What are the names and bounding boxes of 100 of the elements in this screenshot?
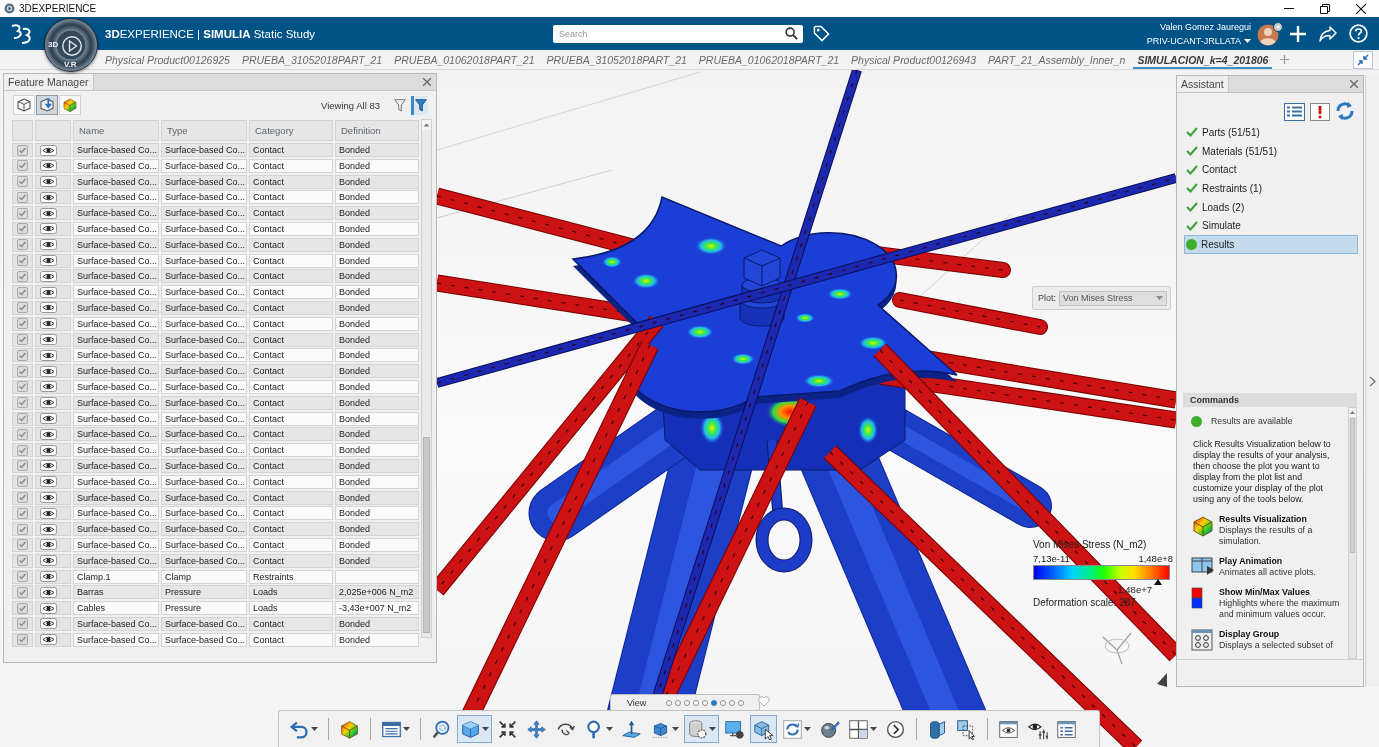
checkbox[interactable] [17,255,28,267]
document-tab[interactable]: PRUEBA_31052018PART_21 [237,50,387,69]
eye-icon[interactable] [40,318,57,330]
checkbox[interactable] [17,555,28,567]
column-header[interactable]: Definition [335,120,419,142]
workflow-step[interactable]: Results [1184,235,1358,254]
panel-handle[interactable] [1365,75,1379,687]
page-dot[interactable] [738,699,745,706]
command-title[interactable]: Play Animation [1219,556,1346,567]
workflow-step[interactable]: Contact [1184,160,1358,180]
checkbox[interactable] [17,413,28,425]
eye-icon[interactable] [40,476,57,488]
eye-icon[interactable] [40,144,57,156]
page-dot[interactable] [702,699,709,706]
checkbox[interactable] [17,207,28,219]
parts-view-button[interactable] [13,95,35,115]
scroll-up-icon[interactable] [1349,408,1356,417]
checkbox[interactable] [17,397,28,409]
checkbox[interactable] [17,160,28,172]
eye-icon[interactable] [40,444,57,456]
column-header[interactable]: Name [73,120,159,142]
column-header[interactable]: Type [161,120,247,142]
eye-icon[interactable] [40,634,57,646]
eye-icon[interactable] [40,191,57,203]
tree-view-button[interactable] [1284,103,1305,121]
command-title[interactable]: Show Min/Max Values [1219,587,1346,598]
tag-button[interactable] [813,25,830,42]
eye-icon[interactable] [40,555,57,567]
checkbox[interactable] [17,176,28,188]
checkbox[interactable] [17,618,28,630]
eye-icon[interactable] [40,365,57,377]
eye-icon[interactable] [40,618,57,630]
eye-icon[interactable] [40,413,57,425]
eye-icon[interactable] [40,539,57,551]
chevron-right-icon[interactable] [1369,375,1376,387]
checkbox[interactable] [17,239,28,251]
eye-icon[interactable] [40,602,57,614]
refresh-button[interactable] [1335,101,1355,121]
checkbox[interactable] [17,318,28,330]
search-icon[interactable] [785,27,798,40]
checkbox[interactable] [17,270,28,282]
eye-icon[interactable] [40,223,57,235]
workflow-step[interactable]: Simulate [1184,216,1358,236]
eye-icon[interactable] [40,460,57,472]
command-title[interactable]: Results Visualization [1219,514,1346,525]
document-tab[interactable]: PART_21_Assembly_Inner_n [984,50,1130,69]
eye-icon[interactable] [40,586,57,598]
eye-icon[interactable] [40,176,57,188]
view-button[interactable] [457,715,492,743]
checkbox[interactable] [17,507,28,519]
eye-icon[interactable] [40,523,57,535]
checkbox[interactable] [17,223,28,235]
checkbox[interactable] [17,302,28,314]
scrollbar[interactable] [421,119,432,638]
document-tab[interactable]: Physical Product00126943 [847,50,981,69]
eye-icon[interactable] [40,571,57,582]
checkbox[interactable] [17,634,28,646]
command-title[interactable]: Display Group [1219,629,1346,640]
eye-icon[interactable] [40,302,57,314]
checkbox[interactable] [17,349,28,361]
checkbox[interactable] [17,492,28,504]
page-dot[interactable] [720,699,727,706]
alerts-button[interactable] [1310,103,1330,121]
checkbox[interactable] [17,365,28,377]
scroll-up-icon[interactable] [422,120,431,130]
page-dot[interactable] [666,699,673,706]
document-tab[interactable]: PRUEBA_01062018PART_21 [390,50,539,69]
page-dot[interactable] [711,699,718,706]
page-dot[interactable] [693,699,700,706]
checkbox[interactable] [17,523,28,535]
search-input[interactable]: Search [559,26,785,41]
search-field[interactable]: Search [553,24,803,43]
checkbox[interactable] [17,444,28,456]
checkbox[interactable] [17,334,28,346]
eye-icon[interactable] [40,334,57,346]
checkbox[interactable] [17,476,28,488]
page-dot[interactable] [675,699,682,706]
document-tab[interactable]: Physical Product00126925 [101,50,234,69]
checkbox[interactable] [17,191,28,203]
checkbox[interactable] [17,460,28,472]
checkbox[interactable] [17,571,28,582]
workflow-step[interactable]: Loads (2) [1184,197,1358,217]
eye-icon[interactable] [40,160,57,172]
eye-icon[interactable] [40,255,57,267]
workflow-step[interactable]: Parts (51/51) [1184,123,1358,142]
document-tab[interactable]: PRUEBA_01062018PART_21 [694,50,844,69]
eye-icon[interactable] [40,286,57,298]
tenant-selector[interactable]: PRIV-UCANT-JRLLATA [1146,35,1251,46]
checkbox[interactable] [17,539,28,551]
features-view-button[interactable] [36,95,58,115]
filter-button[interactable] [411,95,428,115]
eye-icon[interactable] [40,507,57,519]
checkbox[interactable] [17,586,28,598]
results-view-button[interactable] [59,95,81,115]
eye-icon[interactable] [40,207,57,219]
column-header[interactable]: Category [249,120,333,142]
avatar-icon[interactable] [1257,21,1283,46]
plot-dropdown[interactable]: Von Mises Stress [1059,290,1167,306]
scroll-thumb[interactable] [1350,418,1355,553]
scroll-thumb[interactable] [423,437,430,633]
